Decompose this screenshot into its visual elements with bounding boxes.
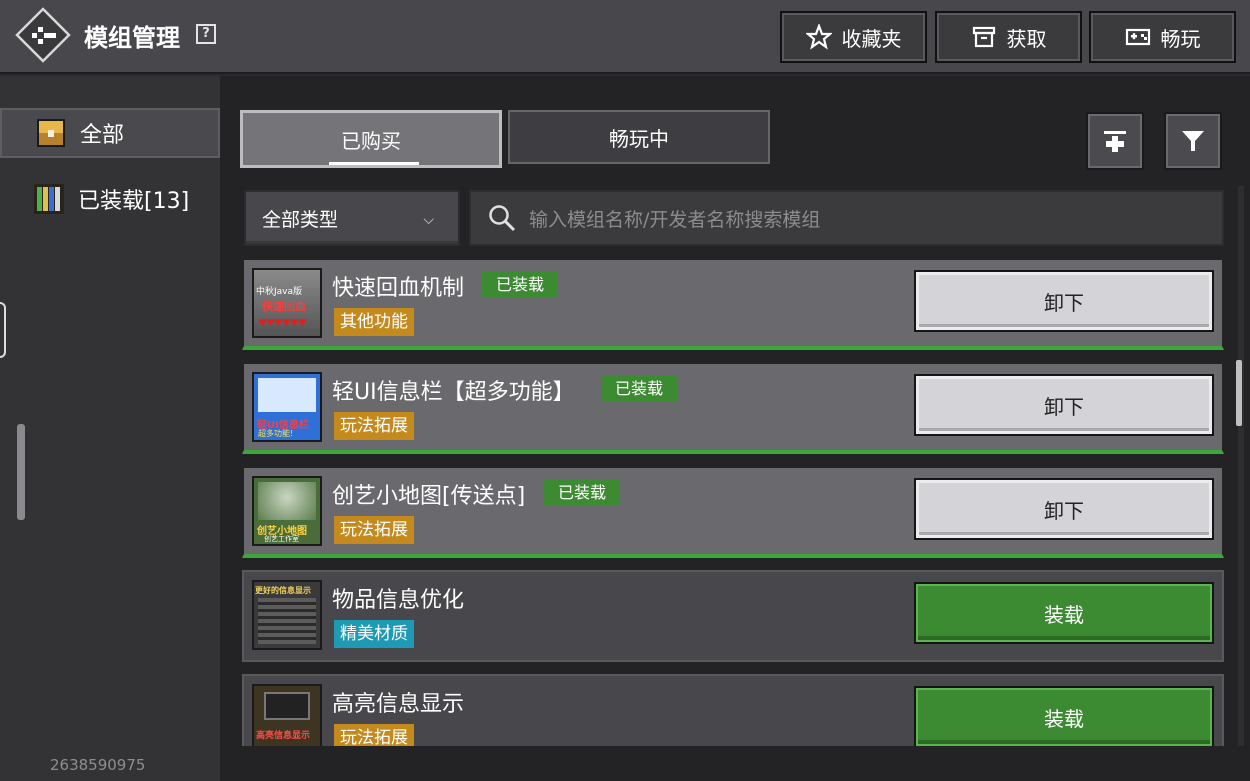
- mod-thumbnail: 更好的信息显示: [252, 580, 322, 650]
- category-tag: 玩法拓展: [334, 724, 414, 746]
- play-button[interactable]: 畅玩: [1089, 11, 1236, 63]
- obtain-button[interactable]: 获取: [935, 11, 1082, 63]
- sidebar-item-label: 已装载[13]: [78, 189, 190, 214]
- pin-top-icon: [1104, 131, 1126, 152]
- chest-icon: [37, 119, 65, 147]
- category-tag: 玩法拓展: [334, 516, 414, 544]
- filter-button[interactable]: [1164, 112, 1222, 170]
- tab-label: 畅玩中: [609, 126, 669, 151]
- mod-name: 快速回血机制: [332, 276, 465, 301]
- star-icon: [805, 24, 832, 50]
- installed-badge: 已装载: [601, 376, 678, 402]
- mod-card: 创艺小地图 创艺工作室 创艺小地图[传送点] 已装载 玩法拓展 卸下: [242, 466, 1224, 558]
- mod-name: 高亮信息显示: [332, 692, 465, 717]
- page-title: 模组管理: [84, 24, 180, 52]
- mod-name: 物品信息优化: [332, 588, 465, 613]
- category-tag: 玩法拓展: [334, 412, 414, 440]
- sidebar-item-installed[interactable]: 已装载[13]: [0, 174, 220, 224]
- mod-thumbnail: 创艺小地图 创艺工作室: [252, 476, 322, 546]
- unload-button[interactable]: 卸下: [914, 374, 1214, 436]
- sidebar: 全部 已装载[13] 2638590975: [0, 76, 220, 781]
- archive-icon: [972, 26, 995, 48]
- search-placeholder: 输入模组名称/开发者名称搜索模组: [529, 208, 821, 231]
- type-dropdown-value: 全部类型: [262, 208, 339, 231]
- search-input[interactable]: 输入模组名称/开发者名称搜索模组: [469, 190, 1224, 246]
- category-tag: 精美材质: [334, 620, 414, 648]
- obtain-label: 获取: [1006, 26, 1047, 51]
- pin-top-button[interactable]: [1086, 112, 1144, 170]
- mod-name: 创艺小地图[传送点]: [332, 484, 526, 509]
- installed-badge: 已装载: [482, 272, 559, 298]
- mod-thumbnail: 中秋Java版 快速回血 ♥♥♥♥♥♥: [252, 268, 322, 338]
- user-id: 2638590975: [50, 756, 146, 774]
- tab-purchased[interactable]: 已购买: [240, 110, 502, 168]
- help-icon[interactable]: ?: [196, 24, 216, 44]
- filter-icon: [1182, 131, 1204, 151]
- unload-button[interactable]: 卸下: [914, 478, 1214, 540]
- mod-card: 中秋Java版 快速回血 ♥♥♥♥♥♥ 快速回血机制 已装载 其他功能 卸下: [242, 258, 1224, 350]
- top-bar: 模组管理 ? 收藏夹 获取 畅玩: [0, 0, 1250, 74]
- sidebar-item-label: 全部: [80, 123, 125, 148]
- play-label: 畅玩: [1160, 26, 1201, 51]
- unload-button[interactable]: 卸下: [914, 270, 1214, 332]
- tab-label: 已购买: [341, 128, 401, 153]
- gamepad-icon: [1125, 28, 1150, 46]
- sidebar-item-all[interactable]: 全部: [0, 108, 220, 158]
- favorites-label: 收藏夹: [841, 26, 902, 51]
- category-tag: 其他功能: [334, 308, 414, 336]
- mod-list: 中秋Java版 快速回血 ♥♥♥♥♥♥ 快速回血机制 已装载 其他功能 卸下 轻…: [242, 258, 1224, 746]
- search-icon: [489, 205, 516, 232]
- mod-card: 轻UI信息栏 超多功能! 轻UI信息栏【超多功能】 已装载 玩法拓展 卸下: [242, 362, 1224, 454]
- favorites-button[interactable]: 收藏夹: [780, 11, 927, 63]
- mod-thumbnail: 轻UI信息栏 超多功能!: [252, 372, 322, 442]
- list-scrollbar-track[interactable]: [1238, 186, 1244, 746]
- installed-badge: 已装载: [544, 480, 621, 506]
- load-button[interactable]: 装载: [914, 686, 1214, 746]
- load-button[interactable]: 装载: [914, 582, 1214, 644]
- tab-playing[interactable]: 畅玩中: [508, 110, 770, 164]
- back-button[interactable]: [14, 6, 72, 64]
- bookshelf-icon: [34, 184, 64, 214]
- mod-card: 高亮信息显示 高亮信息显示 玩法拓展 装载: [242, 674, 1224, 746]
- back-icon: [15, 7, 71, 63]
- mod-thumbnail: 高亮信息显示: [252, 684, 322, 746]
- chevron-down-icon: ⌵: [423, 212, 434, 228]
- main-panel: 已购买 畅玩中 全部类型 ⌵ 输入模组名称/开发者名称搜索模组 中秋Java版 …: [220, 76, 1250, 781]
- list-scrollbar-thumb[interactable]: [1236, 360, 1242, 426]
- tab-underline: [329, 162, 419, 165]
- sidebar-scrollbar[interactable]: [17, 424, 25, 520]
- mod-card: 更好的信息显示 物品信息优化 精美材质 装载: [242, 570, 1224, 662]
- sidebar-handle[interactable]: [0, 302, 6, 358]
- type-dropdown[interactable]: 全部类型 ⌵: [244, 190, 460, 246]
- mod-name: 轻UI信息栏【超多功能】: [332, 380, 575, 405]
